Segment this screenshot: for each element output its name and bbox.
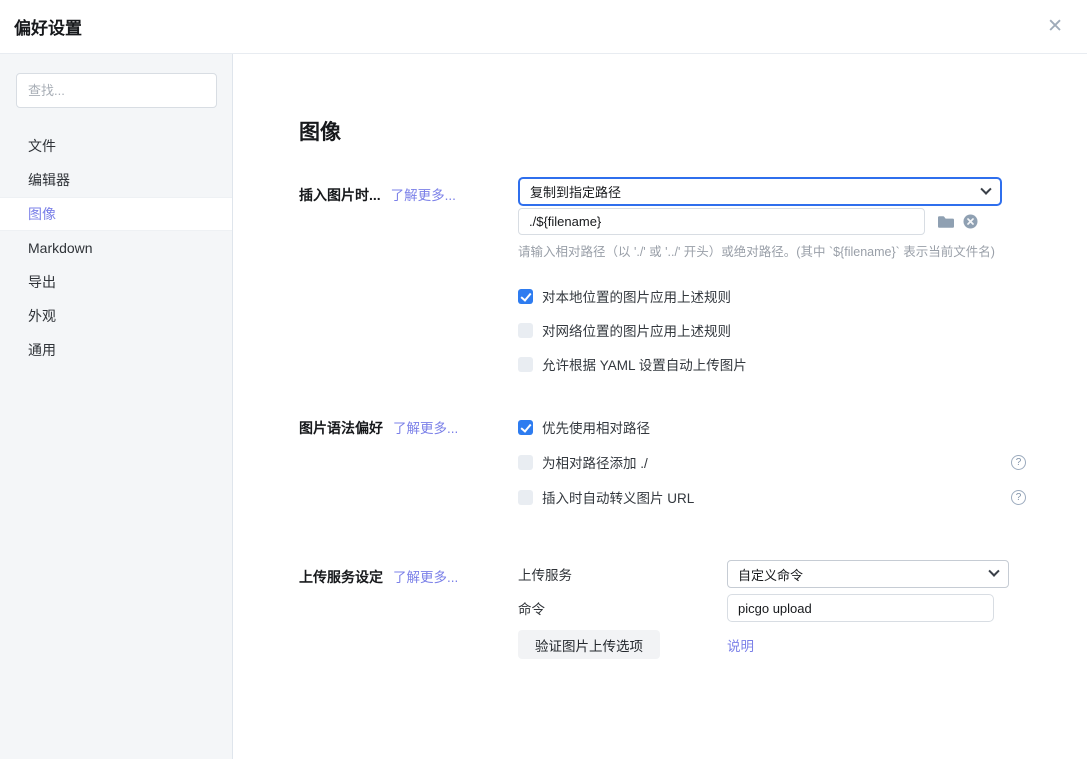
dialog-titlebar: 偏好设置 ✕ bbox=[0, 0, 1087, 54]
learn-more-link-insert[interactable]: 了解更多... bbox=[391, 184, 456, 204]
help-icon[interactable]: ? bbox=[1011, 490, 1026, 505]
insert-action-select-value: 复制到指定路径 bbox=[530, 182, 621, 201]
checkbox-label: 对网络位置的图片应用上述规则 bbox=[542, 320, 731, 340]
copy-path-input[interactable] bbox=[518, 208, 925, 235]
upload-service-label: 上传服务 bbox=[518, 564, 727, 584]
checkbox-web-images[interactable] bbox=[518, 323, 533, 338]
upload-service-select[interactable]: 自定义命令 bbox=[727, 560, 1009, 588]
insert-action-select[interactable]: 复制到指定路径 bbox=[518, 177, 1002, 206]
checkbox-label: 为相对路径添加 ./ bbox=[542, 452, 648, 472]
sidebar-nav: 文件 编辑器 图像 Markdown 导出 外观 通用 bbox=[0, 129, 232, 367]
checkbox-row-yaml-upload: 允许根据 YAML 设置自动上传图片 bbox=[518, 354, 1026, 374]
checkbox-row-add-dot-slash: 为相对路径添加 ./ ? bbox=[518, 452, 1026, 472]
command-input[interactable] bbox=[727, 594, 994, 622]
chevron-down-icon bbox=[980, 183, 991, 194]
folder-icon[interactable] bbox=[937, 215, 955, 229]
checkbox-row-web-images: 对网络位置的图片应用上述规则 bbox=[518, 320, 1026, 340]
learn-more-link-upload[interactable]: 了解更多... bbox=[393, 566, 458, 586]
sidebar-item-editor[interactable]: 编辑器 bbox=[0, 163, 232, 197]
path-hint-text: 请输入相对路径（以 './' 或 '../' 开头）或绝对路径。(其中 `${f… bbox=[518, 241, 1026, 260]
sidebar-item-export[interactable]: 导出 bbox=[0, 265, 232, 299]
insert-rules-checkboxes: 对本地位置的图片应用上述规则 对网络位置的图片应用上述规则 允许根据 YAML … bbox=[518, 286, 1026, 374]
section-syntax-label: 图片语法偏好 bbox=[299, 418, 383, 438]
section-insert-head: 插入图片时... 了解更多... bbox=[299, 177, 518, 205]
checkbox-label: 优先使用相对路径 bbox=[542, 417, 650, 437]
checkbox-yaml-upload[interactable] bbox=[518, 357, 533, 372]
syntax-checkboxes: 优先使用相对路径 为相对路径添加 ./ ? 插入时自动转义图片 URL ? bbox=[518, 417, 1026, 507]
copy-path-row bbox=[518, 208, 1026, 235]
checkbox-row-relative-path: 优先使用相对路径 bbox=[518, 417, 1026, 437]
sidebar-item-image[interactable]: 图像 bbox=[0, 197, 232, 231]
chevron-down-icon bbox=[988, 566, 999, 577]
checkbox-label: 允许根据 YAML 设置自动上传图片 bbox=[542, 354, 747, 374]
upload-service-select-value: 自定义命令 bbox=[738, 565, 803, 584]
checkbox-add-dot-slash[interactable] bbox=[518, 455, 533, 470]
validate-row: 验证图片上传选项 说明 bbox=[518, 630, 1026, 659]
sidebar-item-files[interactable]: 文件 bbox=[0, 129, 232, 163]
section-upload-service: 上传服务设定 了解更多... 上传服务 自定义命令 命令 验证图 bbox=[299, 560, 1087, 659]
dialog-title: 偏好设置 bbox=[14, 14, 82, 39]
upload-doc-link[interactable]: 说明 bbox=[727, 635, 754, 655]
section-syntax-head: 图片语法偏好 了解更多... bbox=[299, 417, 518, 438]
checkbox-label: 对本地位置的图片应用上述规则 bbox=[542, 286, 731, 306]
upload-service-row: 上传服务 自定义命令 bbox=[518, 560, 1026, 588]
checkbox-local-images[interactable] bbox=[518, 289, 533, 304]
checkbox-prefer-relative-path[interactable] bbox=[518, 420, 533, 435]
checkbox-label: 插入时自动转义图片 URL bbox=[542, 487, 694, 507]
section-image-syntax: 图片语法偏好 了解更多... 优先使用相对路径 为相对路径添加 ./ ? bbox=[299, 417, 1087, 522]
help-icon[interactable]: ? bbox=[1011, 455, 1026, 470]
command-row: 命令 bbox=[518, 594, 1026, 622]
learn-more-link-syntax[interactable]: 了解更多... bbox=[393, 417, 458, 437]
section-upload-label: 上传服务设定 bbox=[299, 567, 383, 587]
clear-path-icon[interactable] bbox=[963, 214, 978, 229]
close-icon[interactable]: ✕ bbox=[1047, 17, 1063, 36]
search-input[interactable] bbox=[16, 73, 217, 108]
command-label: 命令 bbox=[518, 598, 727, 618]
section-insert-label: 插入图片时... bbox=[299, 185, 381, 205]
section-upload-head: 上传服务设定 了解更多... bbox=[299, 560, 518, 587]
checkbox-row-local-images: 对本地位置的图片应用上述规则 bbox=[518, 286, 1026, 306]
sidebar-item-markdown[interactable]: Markdown bbox=[0, 231, 232, 265]
page-title: 图像 bbox=[299, 116, 1087, 146]
checkbox-escape-image-url[interactable] bbox=[518, 490, 533, 505]
settings-sidebar: 文件 编辑器 图像 Markdown 导出 外观 通用 bbox=[0, 54, 233, 759]
checkbox-row-escape-url: 插入时自动转义图片 URL ? bbox=[518, 487, 1026, 507]
sidebar-item-general[interactable]: 通用 bbox=[0, 333, 232, 367]
sidebar-item-appearance[interactable]: 外观 bbox=[0, 299, 232, 333]
validate-upload-button[interactable]: 验证图片上传选项 bbox=[518, 630, 660, 659]
settings-panel-image: 图像 插入图片时... 了解更多... 复制到指定路径 bbox=[233, 54, 1087, 759]
section-insert-image: 插入图片时... 了解更多... 复制到指定路径 bbox=[299, 177, 1087, 374]
